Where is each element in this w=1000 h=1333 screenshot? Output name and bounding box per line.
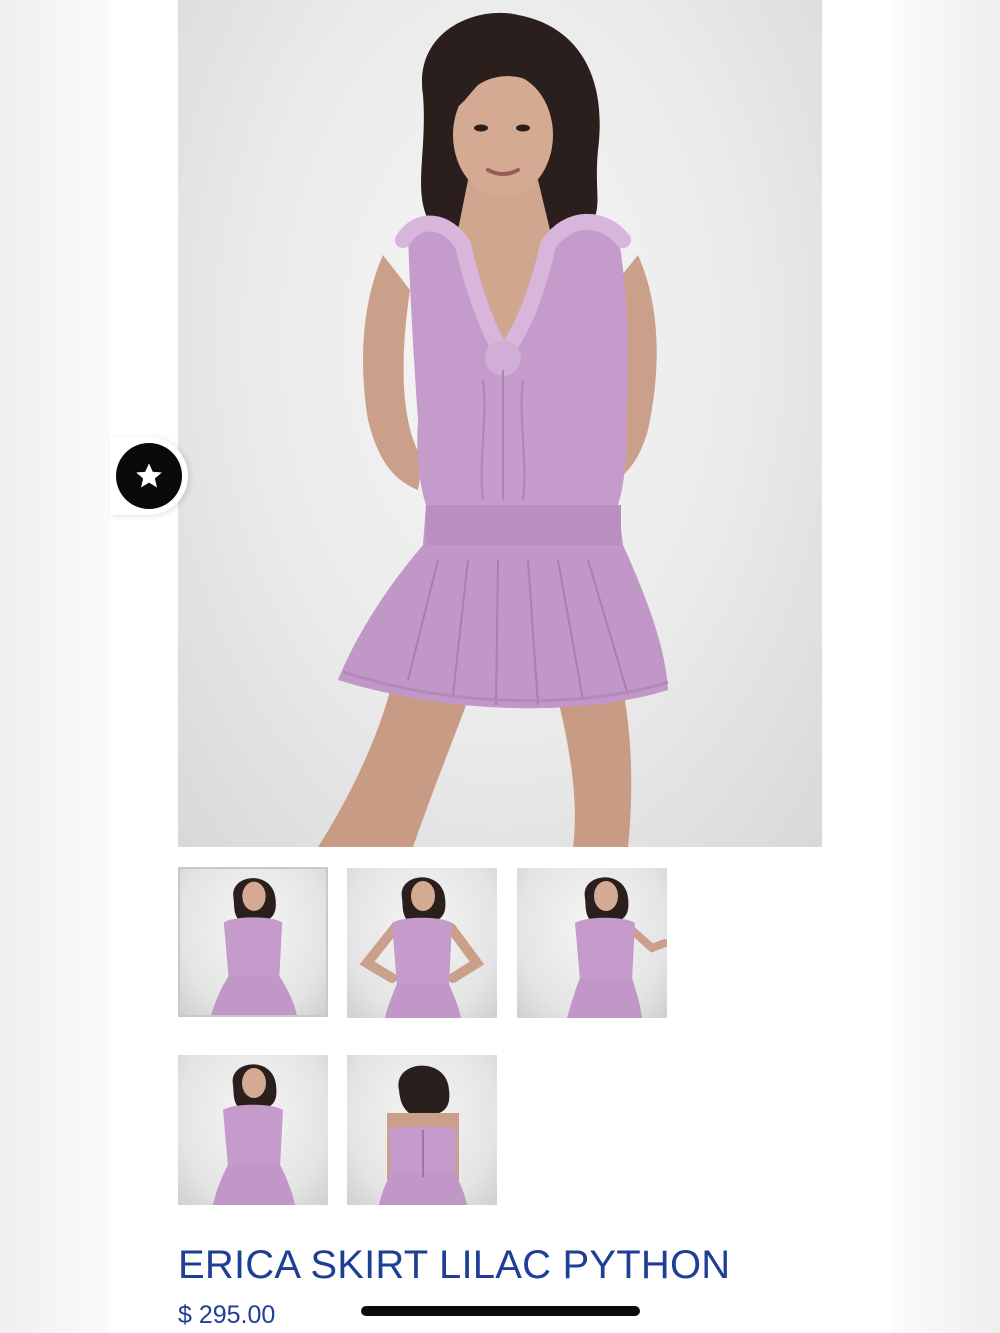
rewards-button[interactable] [116,443,182,509]
thumbnail-hands-on-hips[interactable] [347,868,497,1018]
main-product-image[interactable] [178,0,822,847]
thumbnail-illustration [359,877,485,1018]
thumbnail-back-view[interactable] [347,1055,497,1205]
product-page: ERICA SKIRT LILAC PYTHON $ 295.00 [0,0,1000,1333]
thumbnail-illustration [567,877,667,1018]
home-indicator[interactable] [361,1306,640,1316]
thumbnail-laughing-arm-out[interactable] [517,868,667,1018]
left-background [0,0,110,1333]
model-illustration [318,12,669,847]
thumbnail-illustration [213,1064,295,1205]
product-price: $ 295.00 [178,1301,276,1329]
rewards-launcher[interactable] [110,437,188,515]
thumbnail-front-standing[interactable] [178,1055,328,1205]
right-background [892,0,1000,1333]
thumbnail-front-smile[interactable] [178,867,328,1017]
star-icon [136,463,162,488]
thumbnail-illustration [379,1065,467,1205]
thumbnail-illustration [211,878,297,1015]
product-title: ERICA SKIRT LILAC PYTHON [178,1243,731,1287]
